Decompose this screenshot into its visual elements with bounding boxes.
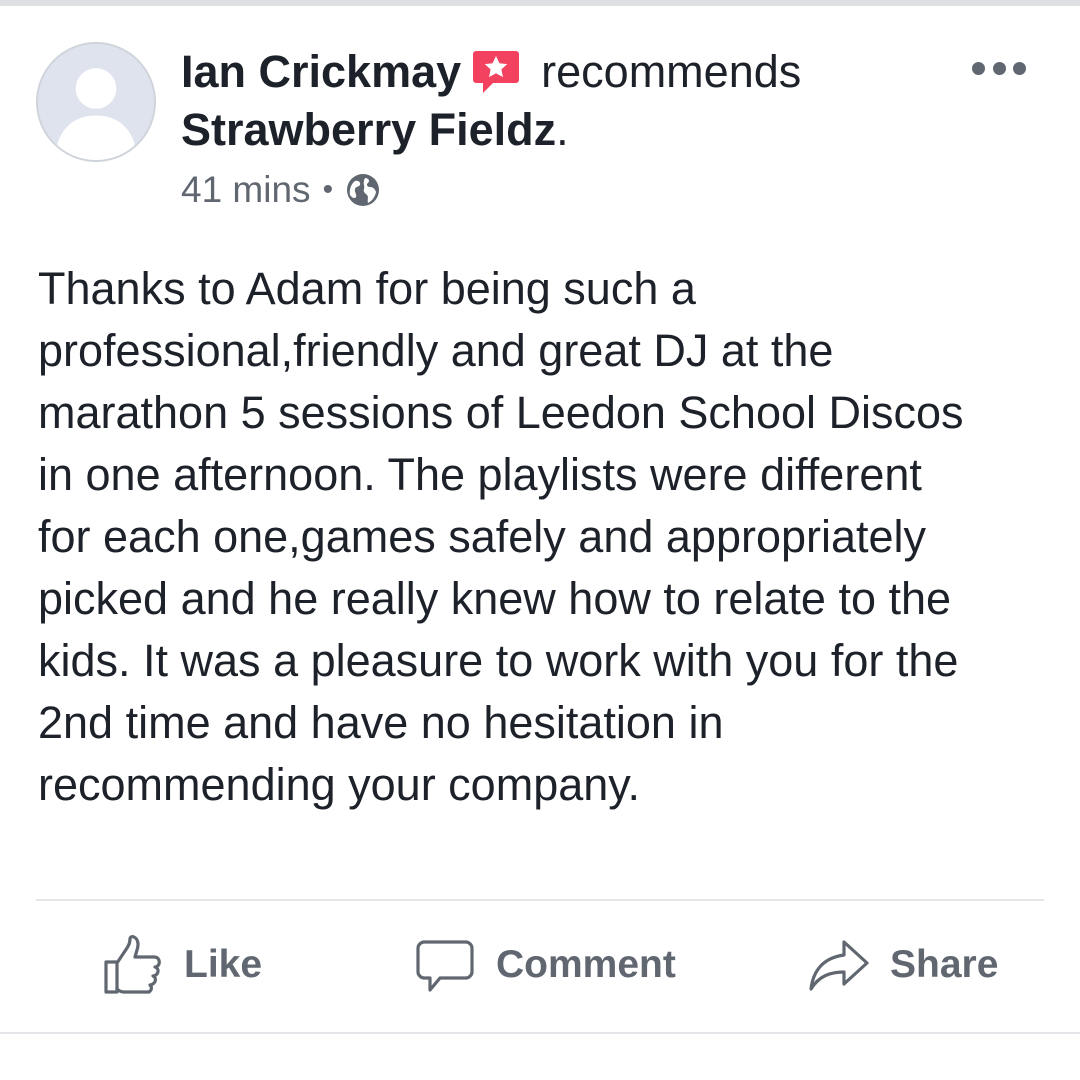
avatar[interactable] <box>36 42 156 162</box>
action-bar-divider <box>36 899 1044 901</box>
globe-icon[interactable] <box>345 172 381 208</box>
recommendation-star-icon <box>471 47 521 97</box>
post-meta: 41 mins • <box>181 168 381 212</box>
more-dot <box>972 61 985 75</box>
post-text-line: for each one,games safely and appropriat… <box>38 511 927 562</box>
post-text-line: kids. It was a pleasure to work with you… <box>38 635 959 686</box>
post-text-line: recommending your company. <box>38 759 640 810</box>
author-name[interactable]: Ian Crickmay <box>181 46 461 98</box>
like-label: Like <box>184 943 263 986</box>
timestamp[interactable]: 41 mins <box>181 169 311 211</box>
post-text-line: 2nd time and have no hesitation in <box>38 697 724 748</box>
post-text-line: Thanks to Adam for being such a <box>38 263 696 314</box>
post-text-line: in one afternoon. The playlists were dif… <box>38 449 922 500</box>
post-bottom-divider <box>0 1032 1080 1034</box>
share-button[interactable]: Share <box>808 930 998 1000</box>
share-label: Share <box>890 943 999 986</box>
recommended-page: Strawberry Fieldz. <box>181 102 569 158</box>
post-text-line: professional,friendly and great DJ at th… <box>38 325 834 376</box>
post-text-line: picked and he really knew how to relate … <box>38 573 952 624</box>
more-dot <box>1013 61 1026 75</box>
recommends-text: recommends <box>541 46 802 97</box>
default-profile-icon <box>38 44 154 160</box>
more-dot <box>992 61 1006 75</box>
meta-separator: • <box>322 173 334 206</box>
more-options-icon[interactable] <box>972 60 1026 76</box>
post-text: Thanks to Adam for being such a professi… <box>38 258 1048 816</box>
like-button[interactable]: Like <box>102 930 262 1000</box>
comment-button[interactable]: Comment <box>414 930 676 1000</box>
comment-label: Comment <box>496 943 676 986</box>
top-border <box>0 0 1080 6</box>
post-text-line: marathon 5 sessions of Leedon School Dis… <box>38 387 964 438</box>
comment-bubble-icon <box>416 940 474 992</box>
post-header: Ian Crickmay recommends <box>181 44 801 100</box>
header-period: . <box>556 104 569 155</box>
share-arrow-icon <box>809 940 869 991</box>
thumbs-up-icon <box>104 935 161 994</box>
page-name-link[interactable]: Strawberry Fieldz <box>181 104 556 156</box>
